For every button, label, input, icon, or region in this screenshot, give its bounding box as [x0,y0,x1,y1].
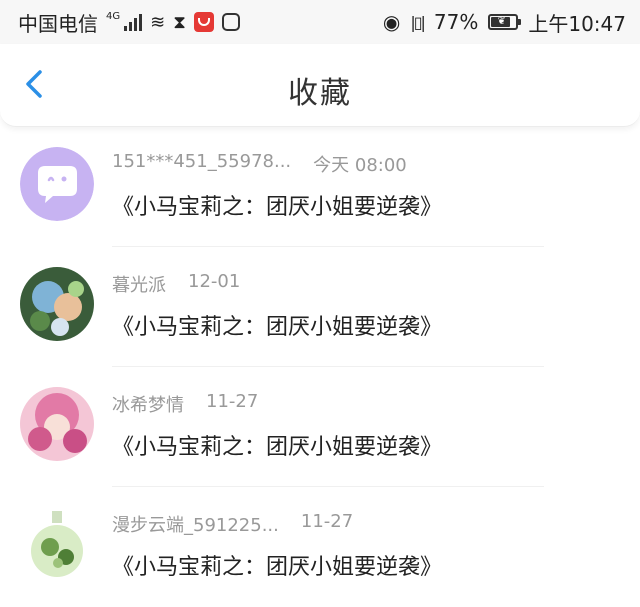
avatar-image [20,507,94,581]
signal-icon [124,13,143,31]
item-time: 今天 08:00 [313,155,407,176]
notification-app-icon [193,12,214,32]
avatar [20,147,94,221]
leaf-icon: ❦ [497,16,506,27]
user-name: 漫步云端_591225... [112,515,279,536]
book-title: 《小马宝莉之：团厌小姐要逆袭》 [112,435,443,460]
status-bar: 中国电信 4G ≋ ⧗ ◉ |▯| 77% ❦ 上午10:47 [0,0,640,44]
network-type-label: 4G [106,10,121,22]
user-name: 151***451_55978... [112,151,292,172]
item-meta: 151***451_55978... 今天 08:00 [112,151,407,177]
list-item[interactable]: 漫步云端_591225... 11-27 《小马宝莉之：团厌小姐要逆袭》 [0,487,640,607]
avatar [20,267,94,341]
favorites-list: 151***451_55978... 今天 08:00 《小马宝莉之：团厌小姐要… [0,127,640,607]
status-bar-left: 中国电信 4G ≋ ⧗ [18,8,240,37]
book-title: 《小马宝莉之：团厌小姐要逆袭》 [112,315,443,340]
item-meta: 暮光派 12-01 [112,271,240,297]
clock: 上午10:47 [528,11,626,36]
hourglass-icon: ⧗ [173,11,186,33]
chat-bubble-icon [20,147,94,221]
shield-icon [221,13,240,31]
vibrate-icon: |▯| [410,12,426,32]
user-name: 暮光派 [112,275,166,296]
item-time: 12-01 [188,271,241,292]
battery-percent: 77% [433,10,479,34]
avatar [20,387,94,461]
list-item[interactable]: 暮光派 12-01 《小马宝莉之：团厌小姐要逆袭》 [0,247,640,367]
battery-icon: ❦ [488,14,522,30]
avatar-image [20,387,94,461]
page-title: 收藏 [288,76,352,111]
avatar-image [20,267,94,341]
navigation-bar: 收藏 [0,44,640,127]
item-meta: 漫步云端_591225... 11-27 [112,511,353,537]
user-name: 冰希梦情 [112,395,184,416]
wifi-icon: ≋ [150,11,166,33]
list-item[interactable]: 冰希梦情 11-27 《小马宝莉之：团厌小姐要逆袭》 [0,367,640,487]
avatar [20,507,94,581]
item-time: 11-27 [300,511,354,532]
book-title: 《小马宝莉之：团厌小姐要逆袭》 [112,555,443,580]
eye-icon: ◉ [382,10,401,34]
list-item[interactable]: 151***451_55978... 今天 08:00 《小马宝莉之：团厌小姐要… [0,127,640,247]
item-meta: 冰希梦情 11-27 [112,391,258,417]
carrier-label: 中国电信 [18,11,98,36]
item-time: 11-27 [206,391,259,412]
status-bar-right: ◉ |▯| 77% ❦ 上午10:47 [383,8,626,37]
book-title: 《小马宝莉之：团厌小姐要逆袭》 [112,195,443,220]
